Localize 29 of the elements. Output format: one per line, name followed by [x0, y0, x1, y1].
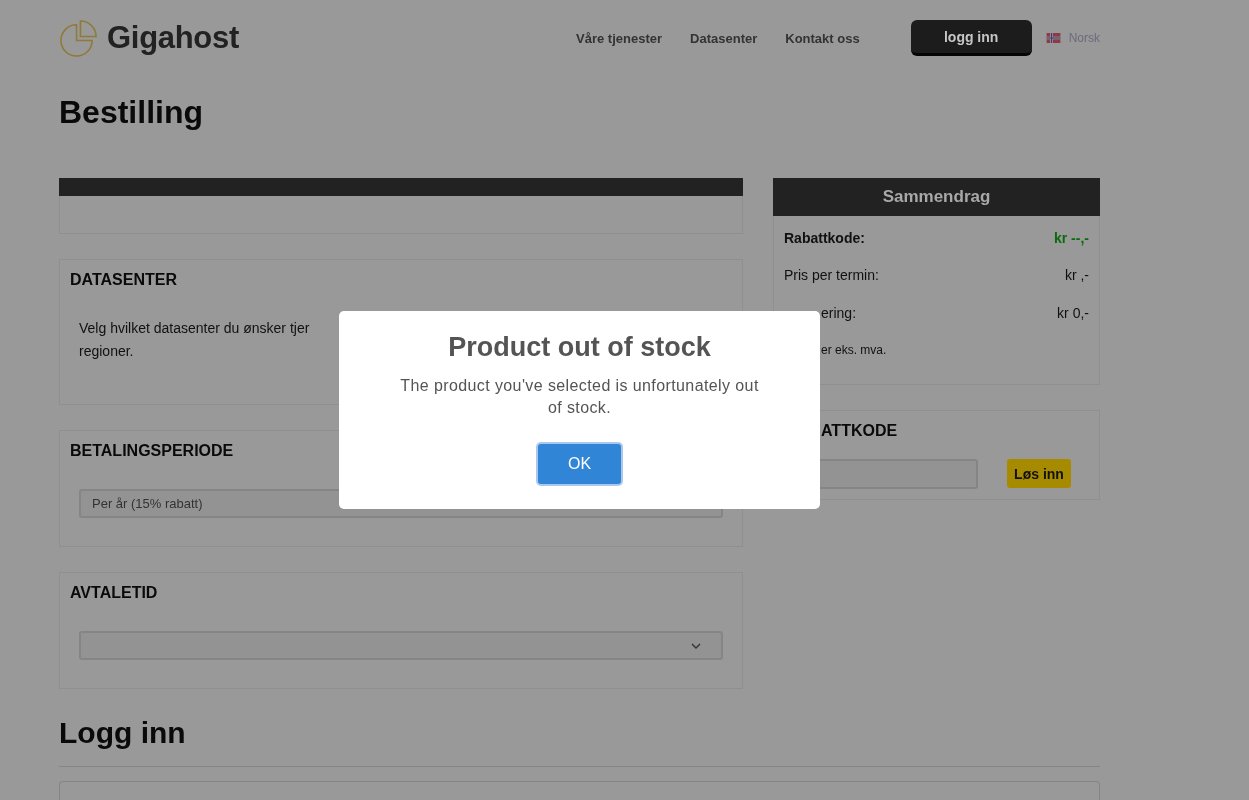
note-text: er eks. mva. [821, 342, 887, 357]
section-title: ATTKODE [821, 421, 898, 439]
dialog-message: The product you've selected is unfortunately out of stock. [399, 376, 760, 418]
summary-value: kr 0,- [1057, 304, 1089, 321]
summary-value: kr --,- [1054, 229, 1089, 246]
redeem-button[interactable]: Løs inn [1007, 459, 1071, 488]
nav-link[interactable]: Datasenter [690, 30, 758, 46]
summary-label: ering: [821, 304, 857, 321]
summary-header: Sammendrag [773, 178, 1100, 216]
brand-name[interactable]: Gigahost [107, 20, 239, 56]
flag-icon [1045, 33, 1061, 43]
pie-chart-icon [58, 18, 98, 58]
summary-value: kr ,- [1064, 267, 1089, 284]
section-title: BETALINGSPERIODE [70, 442, 234, 459]
login-button[interactable]: logg inn [910, 20, 1032, 56]
select-field[interactable] [79, 631, 723, 660]
section-title: DATASENTER [70, 271, 177, 288]
ok-button[interactable]: OK [538, 444, 621, 484]
summary-label: Pris per termin: [784, 267, 879, 284]
section-title: AVTALETID [70, 584, 158, 601]
summary-label: Rabattkode: [784, 229, 865, 246]
description-text: Velg hvilket datasenter du ønsker tjer [79, 319, 310, 338]
page-title: Bestilling [59, 93, 203, 131]
description-text: regioner. [79, 342, 134, 361]
nav-link[interactable]: Kontakt oss [785, 30, 860, 46]
nav-link[interactable]: Våre tjenester [576, 30, 663, 46]
discount-code-field[interactable] [820, 458, 978, 489]
dialog-title: Product out of stock [448, 331, 711, 364]
login-title: Logg inn [59, 715, 186, 751]
